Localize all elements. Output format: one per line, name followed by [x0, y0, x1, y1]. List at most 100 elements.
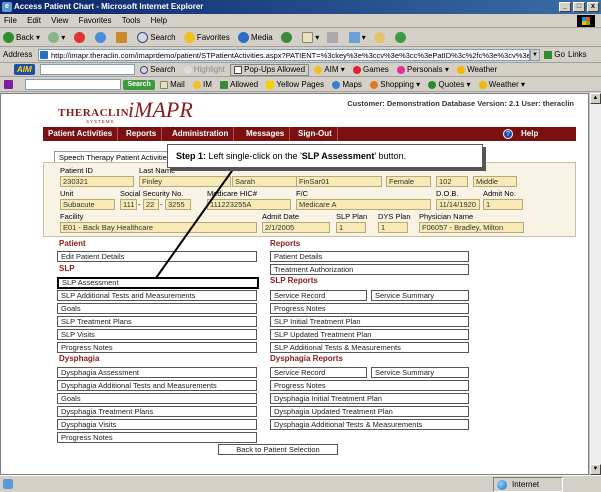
dysphagia-service-summary-button[interactable]: Service Summary — [371, 367, 469, 378]
dysphagia-additional-tests-button[interactable]: Dysphagia Additional Tests and Measureme… — [57, 380, 257, 391]
go-button[interactable]: Go — [544, 47, 565, 63]
aim-logo[interactable]: AIM — [14, 64, 35, 75]
aim-menu-button[interactable]: AIM ▾ — [311, 63, 347, 77]
slp-assessment-button[interactable]: SLP Assessment — [57, 277, 259, 289]
nav-administration[interactable]: Administration — [167, 127, 235, 141]
vertical-scrollbar[interactable]: ▲ ▼ — [589, 93, 601, 475]
forward-button[interactable]: ▾ — [45, 29, 68, 47]
close-button[interactable]: x — [587, 2, 599, 12]
slp-initial-treatment-plan-button[interactable]: SLP Initial Treatment Plan — [270, 316, 469, 327]
dysphagia-goals-button[interactable]: Goals — [57, 393, 257, 404]
maximize-button[interactable]: □ — [573, 2, 585, 12]
yahoo-im-button[interactable]: IM — [190, 78, 215, 92]
slp-section-title: SLP — [59, 264, 75, 273]
scroll-up-arrow-icon[interactable]: ▲ — [590, 93, 601, 104]
dysphagia-service-record-button[interactable]: Service Record — [270, 367, 367, 378]
callout-text-post: ' button. — [374, 151, 407, 161]
menu-edit[interactable]: Edit — [23, 14, 45, 28]
edit-button[interactable]: ▾ — [346, 29, 369, 47]
window-title-bar: e Access Patient Chart - Microsoft Inter… — [0, 0, 601, 14]
refresh-icon — [94, 32, 106, 44]
nav-reports[interactable]: Reports — [121, 127, 163, 141]
slp-progress-notes-button[interactable]: Progress Notes — [57, 342, 257, 353]
menu-tools[interactable]: Tools — [118, 14, 145, 28]
slp-additional-tests-button[interactable]: SLP Additional Tests and Measurements — [57, 290, 257, 301]
scroll-down-arrow-icon[interactable]: ▼ — [590, 464, 601, 475]
treatment-authorization-button[interactable]: Treatment Authorization — [270, 264, 469, 275]
menu-view[interactable]: View — [47, 14, 72, 28]
slp-service-record-button[interactable]: Service Record — [270, 290, 367, 301]
print-button[interactable] — [324, 29, 343, 47]
patient-section-title: Patient — [59, 239, 86, 248]
yahoo-yellow-pages-button[interactable]: Yellow Pages — [263, 78, 327, 92]
mail-button[interactable]: ▾ — [299, 29, 322, 47]
yahoo-search-button[interactable]: Search — [123, 79, 155, 90]
dysphagia-updated-treatment-plan-button[interactable]: Dysphagia Updated Treatment Plan — [270, 406, 469, 417]
back-button[interactable]: Back ▾ — [0, 29, 43, 47]
yahoo-allowed-button[interactable]: Allowed — [217, 78, 261, 92]
yahoo-weather-button[interactable]: Weather ▾ — [476, 78, 528, 92]
aim-weather-button[interactable]: Weather — [454, 63, 500, 77]
aim-highlight-button[interactable]: Highlight — [181, 63, 228, 77]
window-title: Access Patient Chart - Microsoft Interne… — [14, 2, 204, 11]
physician-label: Physician Name — [419, 212, 474, 221]
yahoo-quotes-button[interactable]: Quotes ▾ — [425, 78, 473, 92]
page-status-icon — [3, 479, 13, 489]
yahoo-search-input[interactable] — [25, 79, 122, 91]
yahoo-logo-icon[interactable] — [4, 80, 13, 90]
yahoo-maps-button[interactable]: Maps — [329, 78, 365, 92]
dysphagia-initial-treatment-plan-button[interactable]: Dysphagia Initial Treatment Plan — [270, 393, 469, 404]
aim-games-button[interactable]: Games — [350, 63, 392, 77]
account-field: FinSar01 — [296, 176, 382, 187]
help-icon[interactable]: ? — [503, 129, 513, 139]
nav-patient-activities[interactable]: Patient Activities — [43, 127, 119, 141]
slp-goals-button[interactable]: Goals — [57, 303, 257, 314]
star-icon — [183, 32, 195, 44]
links-button[interactable]: Links — [568, 47, 587, 63]
menu-file[interactable]: File — [0, 14, 21, 28]
patient-details-report-button[interactable]: Patient Details — [270, 251, 469, 262]
slp-treatment-plans-button[interactable]: SLP Treatment Plans — [57, 316, 257, 327]
address-input[interactable]: http://imapr.theraclin.com/imaprdemo/pat… — [38, 49, 530, 61]
home-button[interactable] — [113, 29, 132, 47]
history-button[interactable] — [278, 29, 297, 47]
address-bar: Address http://imapr.theraclin.com/imapr… — [0, 47, 601, 63]
slp-updated-treatment-plan-button[interactable]: SLP Updated Treatment Plan — [270, 329, 469, 340]
back-to-patient-selection-button[interactable]: Back to Patient Selection — [218, 444, 338, 455]
slp-progress-notes-report-button[interactable]: Progress Notes — [270, 303, 469, 314]
aim-search-button[interactable]: Search — [137, 63, 178, 77]
aim-personals-button[interactable]: Personals ▾ — [394, 63, 452, 77]
favorites-button[interactable]: Favorites — [181, 29, 233, 47]
yahoo-shopping-button[interactable]: Shopping ▾ — [367, 78, 423, 92]
dysphagia-progress-notes-report-button[interactable]: Progress Notes — [270, 380, 469, 391]
main-nav: Patient Activities Reports Administratio… — [43, 127, 576, 141]
nav-messages[interactable]: Messages — [241, 127, 291, 141]
search-button[interactable]: Search — [134, 29, 178, 47]
discuss-button[interactable] — [371, 29, 390, 47]
dysphagia-visits-button[interactable]: Dysphagia Visits — [57, 419, 257, 430]
aim-popups-button[interactable]: Pop-Ups Allowed — [230, 64, 310, 76]
dysphagia-treatment-plans-button[interactable]: Dysphagia Treatment Plans — [57, 406, 257, 417]
slp-visits-button[interactable]: SLP Visits — [57, 329, 257, 340]
minimize-button[interactable]: _ — [559, 2, 571, 12]
dysphagia-additional-tests-report-button[interactable]: Dysphagia Additional Tests & Measurement… — [270, 419, 469, 430]
nav-help[interactable]: Help — [521, 127, 538, 141]
media-button[interactable]: Media — [235, 29, 276, 47]
nav-sign-out[interactable]: Sign-Out — [293, 127, 338, 141]
menu-help[interactable]: Help — [147, 14, 171, 28]
stop-button[interactable] — [71, 29, 90, 47]
dysphagia-progress-notes-button[interactable]: Progress Notes — [57, 432, 257, 443]
address-dropdown[interactable]: ▼ — [530, 49, 540, 61]
edit-patient-details-button[interactable]: Edit Patient Details — [57, 251, 257, 262]
patient-info-panel: Patient ID Last Name 230321 Finley Sarah… — [43, 162, 576, 237]
menu-favorites[interactable]: Favorites — [75, 14, 116, 28]
standard-toolbar: Back ▾ ▾ Search Favorites Media ▾ ▾ — [0, 29, 601, 47]
slp-service-summary-button[interactable]: Service Summary — [371, 290, 469, 301]
slp-additional-tests-report-button[interactable]: SLP Additional Tests & Measurements — [270, 342, 469, 353]
slp-reports-section-title: SLP Reports — [270, 276, 318, 285]
dysphagia-assessment-button[interactable]: Dysphagia Assessment — [57, 367, 257, 378]
aim-search-input[interactable] — [39, 64, 135, 76]
refresh-button[interactable] — [92, 29, 111, 47]
messenger-button[interactable] — [392, 29, 411, 47]
yahoo-mail-button[interactable]: Mail — [157, 78, 188, 92]
